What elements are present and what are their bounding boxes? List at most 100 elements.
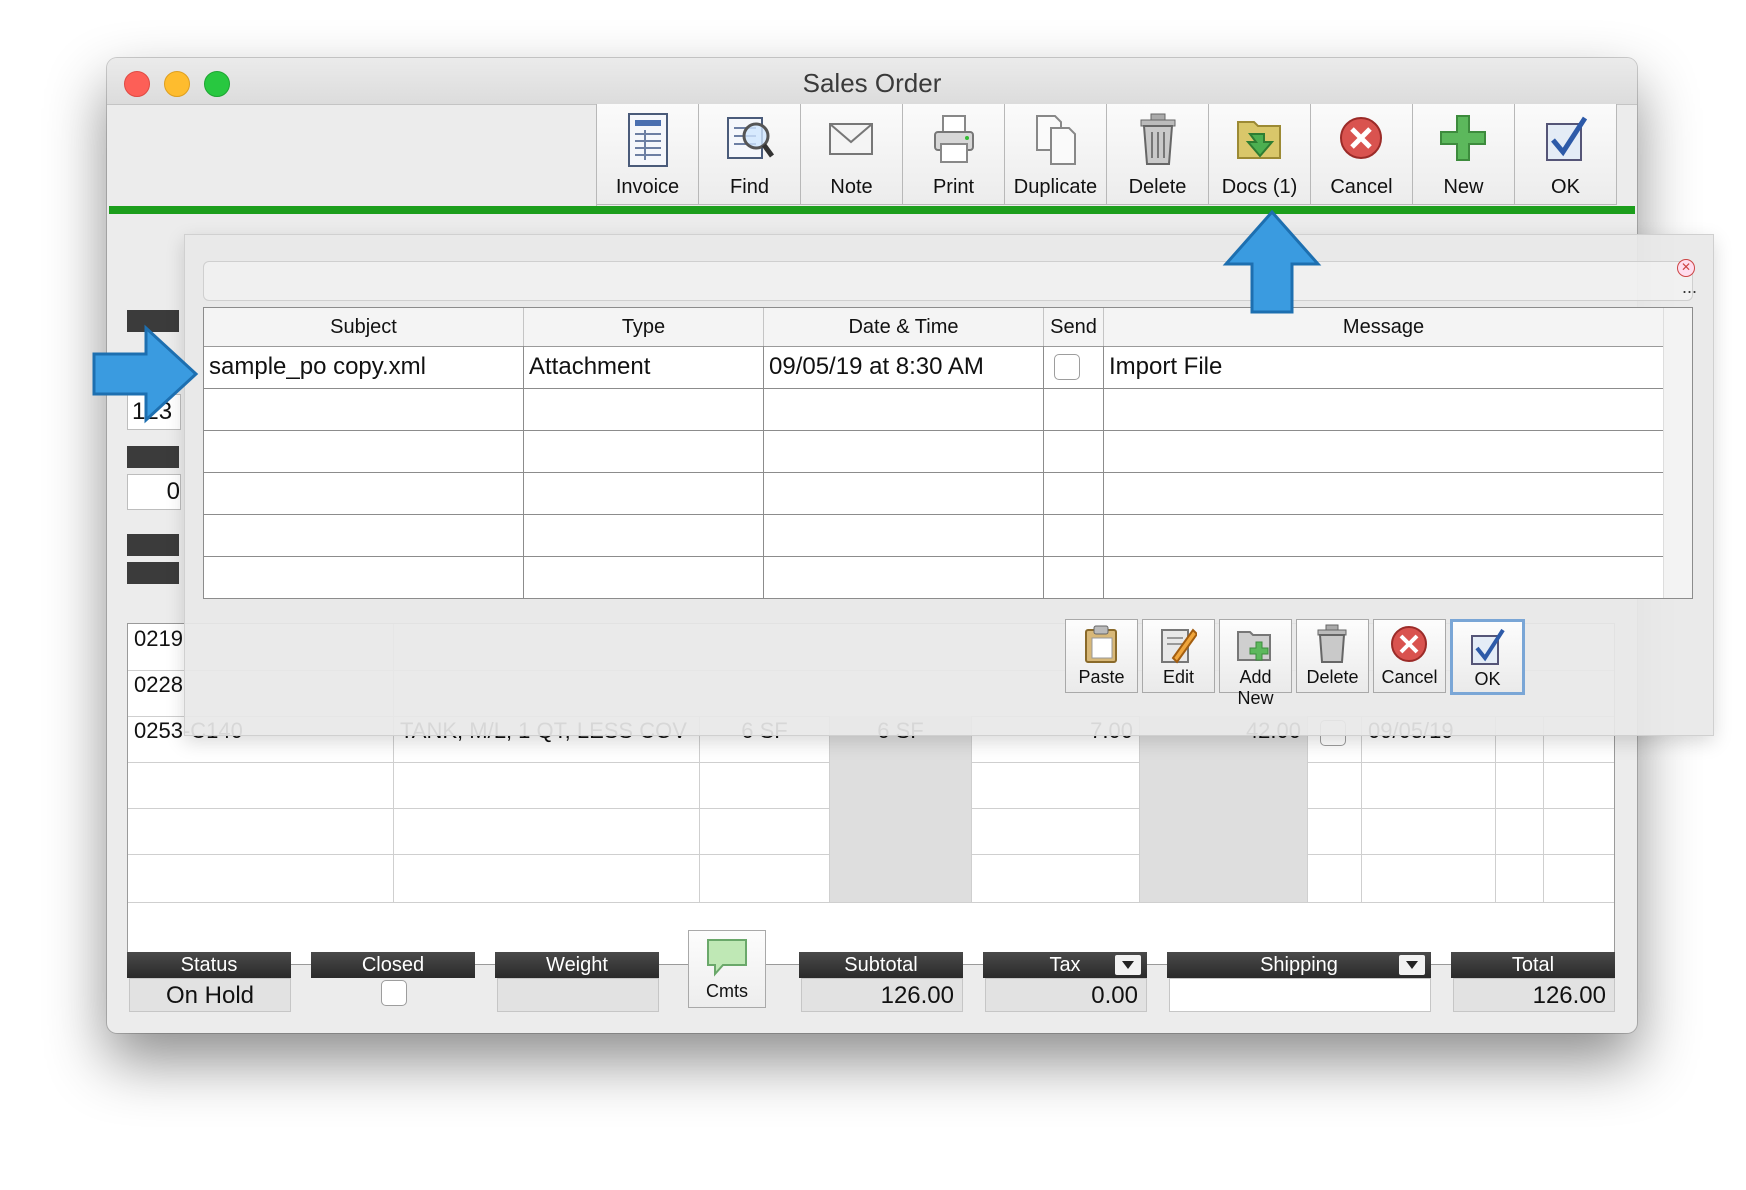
- callout-arrow-right-icon: [92, 324, 199, 424]
- shipping-field[interactable]: [1169, 978, 1431, 1012]
- trash-icon: [1317, 624, 1347, 663]
- callout-arrow-up-icon: [1222, 209, 1322, 314]
- note-label: Note: [830, 176, 873, 198]
- shipping-label-text: Shipping: [1260, 954, 1338, 976]
- send-checkbox[interactable]: [1054, 354, 1080, 380]
- new-button[interactable]: New: [1413, 104, 1515, 205]
- column-header-subject[interactable]: Subject: [204, 308, 524, 346]
- documents-panel-header: [203, 261, 1693, 301]
- clipboard-paste-icon: [1085, 625, 1117, 663]
- documents-scrollbar[interactable]: [1663, 308, 1692, 598]
- tax-dropdown-icon[interactable]: [1115, 955, 1141, 975]
- invoice-icon: [628, 113, 668, 167]
- document-row[interactable]: [204, 514, 1692, 557]
- document-row[interactable]: [204, 388, 1692, 431]
- column-header-type[interactable]: Type: [524, 308, 764, 346]
- cancel-icon: [1340, 117, 1382, 159]
- table-row[interactable]: [128, 808, 1614, 855]
- main-toolbar: Invoice Find Note Print Duplicate Delete…: [596, 104, 1620, 206]
- documents-table: Subject Type Date & Time Send Message sa…: [203, 307, 1693, 599]
- ok-button[interactable]: OK: [1515, 104, 1617, 205]
- document-row[interactable]: [204, 472, 1692, 515]
- duplicate-icon: [1036, 115, 1076, 165]
- duplicate-label: Duplicate: [1013, 176, 1098, 198]
- delete-document-label: Delete: [1306, 667, 1359, 687]
- printer-icon: [934, 115, 974, 163]
- table-row[interactable]: [128, 854, 1614, 903]
- print-label: Print: [932, 176, 975, 198]
- weight-field[interactable]: [497, 978, 659, 1012]
- cancel-document-label: Cancel: [1381, 667, 1438, 687]
- cancel-icon: [1391, 626, 1427, 662]
- add-new-icon: [1237, 631, 1271, 661]
- plus-icon: [1440, 115, 1486, 161]
- edit-button[interactable]: Edit: [1142, 619, 1215, 693]
- find-label: Find: [730, 176, 769, 198]
- duplicate-button[interactable]: Duplicate: [1005, 104, 1107, 205]
- title-bar[interactable]: Sales Order: [107, 58, 1637, 105]
- document-row[interactable]: [204, 556, 1692, 598]
- delete-label: Delete: [1128, 176, 1187, 198]
- find-button[interactable]: Find: [699, 104, 801, 205]
- weight-label: Weight: [495, 952, 659, 978]
- ok-document-label: OK: [1474, 669, 1501, 689]
- cancel-label: Cancel: [1330, 176, 1393, 198]
- status-field[interactable]: On Hold: [129, 978, 291, 1012]
- date-field[interactable]: 0: [127, 474, 181, 510]
- closed-checkbox[interactable]: [381, 980, 407, 1006]
- subject-cell[interactable]: sample_po copy.xml: [204, 346, 524, 388]
- more-options-button[interactable]: ...: [1682, 277, 1697, 298]
- status-label: Status: [127, 952, 291, 978]
- message-cell[interactable]: Import File: [1104, 346, 1664, 388]
- docs-label: Docs (1): [1221, 176, 1298, 198]
- window-title: Sales Order: [802, 68, 942, 98]
- invoice-label: Invoice: [615, 176, 680, 198]
- invoice-button[interactable]: Invoice: [597, 104, 699, 205]
- ok-document-button[interactable]: OK: [1450, 619, 1525, 695]
- field-header-bar: [127, 534, 179, 556]
- document-row[interactable]: sample_po copy.xml Attachment 09/05/19 a…: [204, 346, 1692, 389]
- checkmark-icon: [1546, 116, 1588, 161]
- documents-table-header: Subject Type Date & Time Send Message: [204, 308, 1692, 347]
- delete-document-button[interactable]: Delete: [1296, 619, 1369, 693]
- document-row[interactable]: [204, 430, 1692, 473]
- print-button[interactable]: Print: [903, 104, 1005, 205]
- new-label: New: [1443, 176, 1484, 198]
- speech-bubble-icon: [707, 939, 747, 977]
- add-new-label: Add New: [1237, 667, 1274, 708]
- subtotal-label: Subtotal: [799, 952, 963, 978]
- field-header-bar: [127, 446, 179, 468]
- column-header-send[interactable]: Send: [1044, 308, 1104, 346]
- trash-icon: [1140, 113, 1176, 165]
- shipping-dropdown-icon[interactable]: [1399, 955, 1425, 975]
- type-cell[interactable]: Attachment: [524, 346, 764, 388]
- close-panel-icon[interactable]: ✕: [1677, 259, 1695, 277]
- tax-field: 0.00: [985, 978, 1147, 1012]
- field-header-bar: [127, 562, 179, 584]
- cancel-document-button[interactable]: Cancel: [1373, 619, 1446, 693]
- total-field: 126.00: [1453, 978, 1615, 1012]
- total-label: Total: [1451, 952, 1615, 978]
- cancel-button[interactable]: Cancel: [1311, 104, 1413, 205]
- delete-button[interactable]: Delete: [1107, 104, 1209, 205]
- toolbar-accent-bar: [109, 206, 1635, 214]
- send-cell[interactable]: [1044, 346, 1104, 388]
- date-time-cell[interactable]: 09/05/19 at 8:30 AM: [764, 346, 1044, 388]
- paste-button[interactable]: Paste: [1065, 619, 1138, 693]
- comments-label: Cmts: [706, 981, 748, 1001]
- shipping-label[interactable]: Shipping: [1167, 952, 1431, 978]
- documents-panel: ✕ ... Subject Type Date & Time Send Mess…: [184, 234, 1714, 736]
- column-header-message[interactable]: Message: [1104, 308, 1664, 346]
- docs-button[interactable]: Docs (1): [1209, 104, 1311, 205]
- comments-button[interactable]: Cmts: [688, 930, 766, 1008]
- column-header-date-time[interactable]: Date & Time: [764, 308, 1044, 346]
- note-icon: [829, 123, 873, 155]
- note-button[interactable]: Note: [801, 104, 903, 205]
- table-row[interactable]: [128, 762, 1614, 809]
- paste-label: Paste: [1078, 667, 1125, 687]
- subtotal-field: 126.00: [801, 978, 963, 1012]
- ok-label: OK: [1551, 176, 1580, 198]
- add-new-button[interactable]: Add New: [1219, 619, 1292, 708]
- tax-label[interactable]: Tax: [983, 952, 1147, 978]
- tax-label-text: Tax: [1049, 954, 1081, 976]
